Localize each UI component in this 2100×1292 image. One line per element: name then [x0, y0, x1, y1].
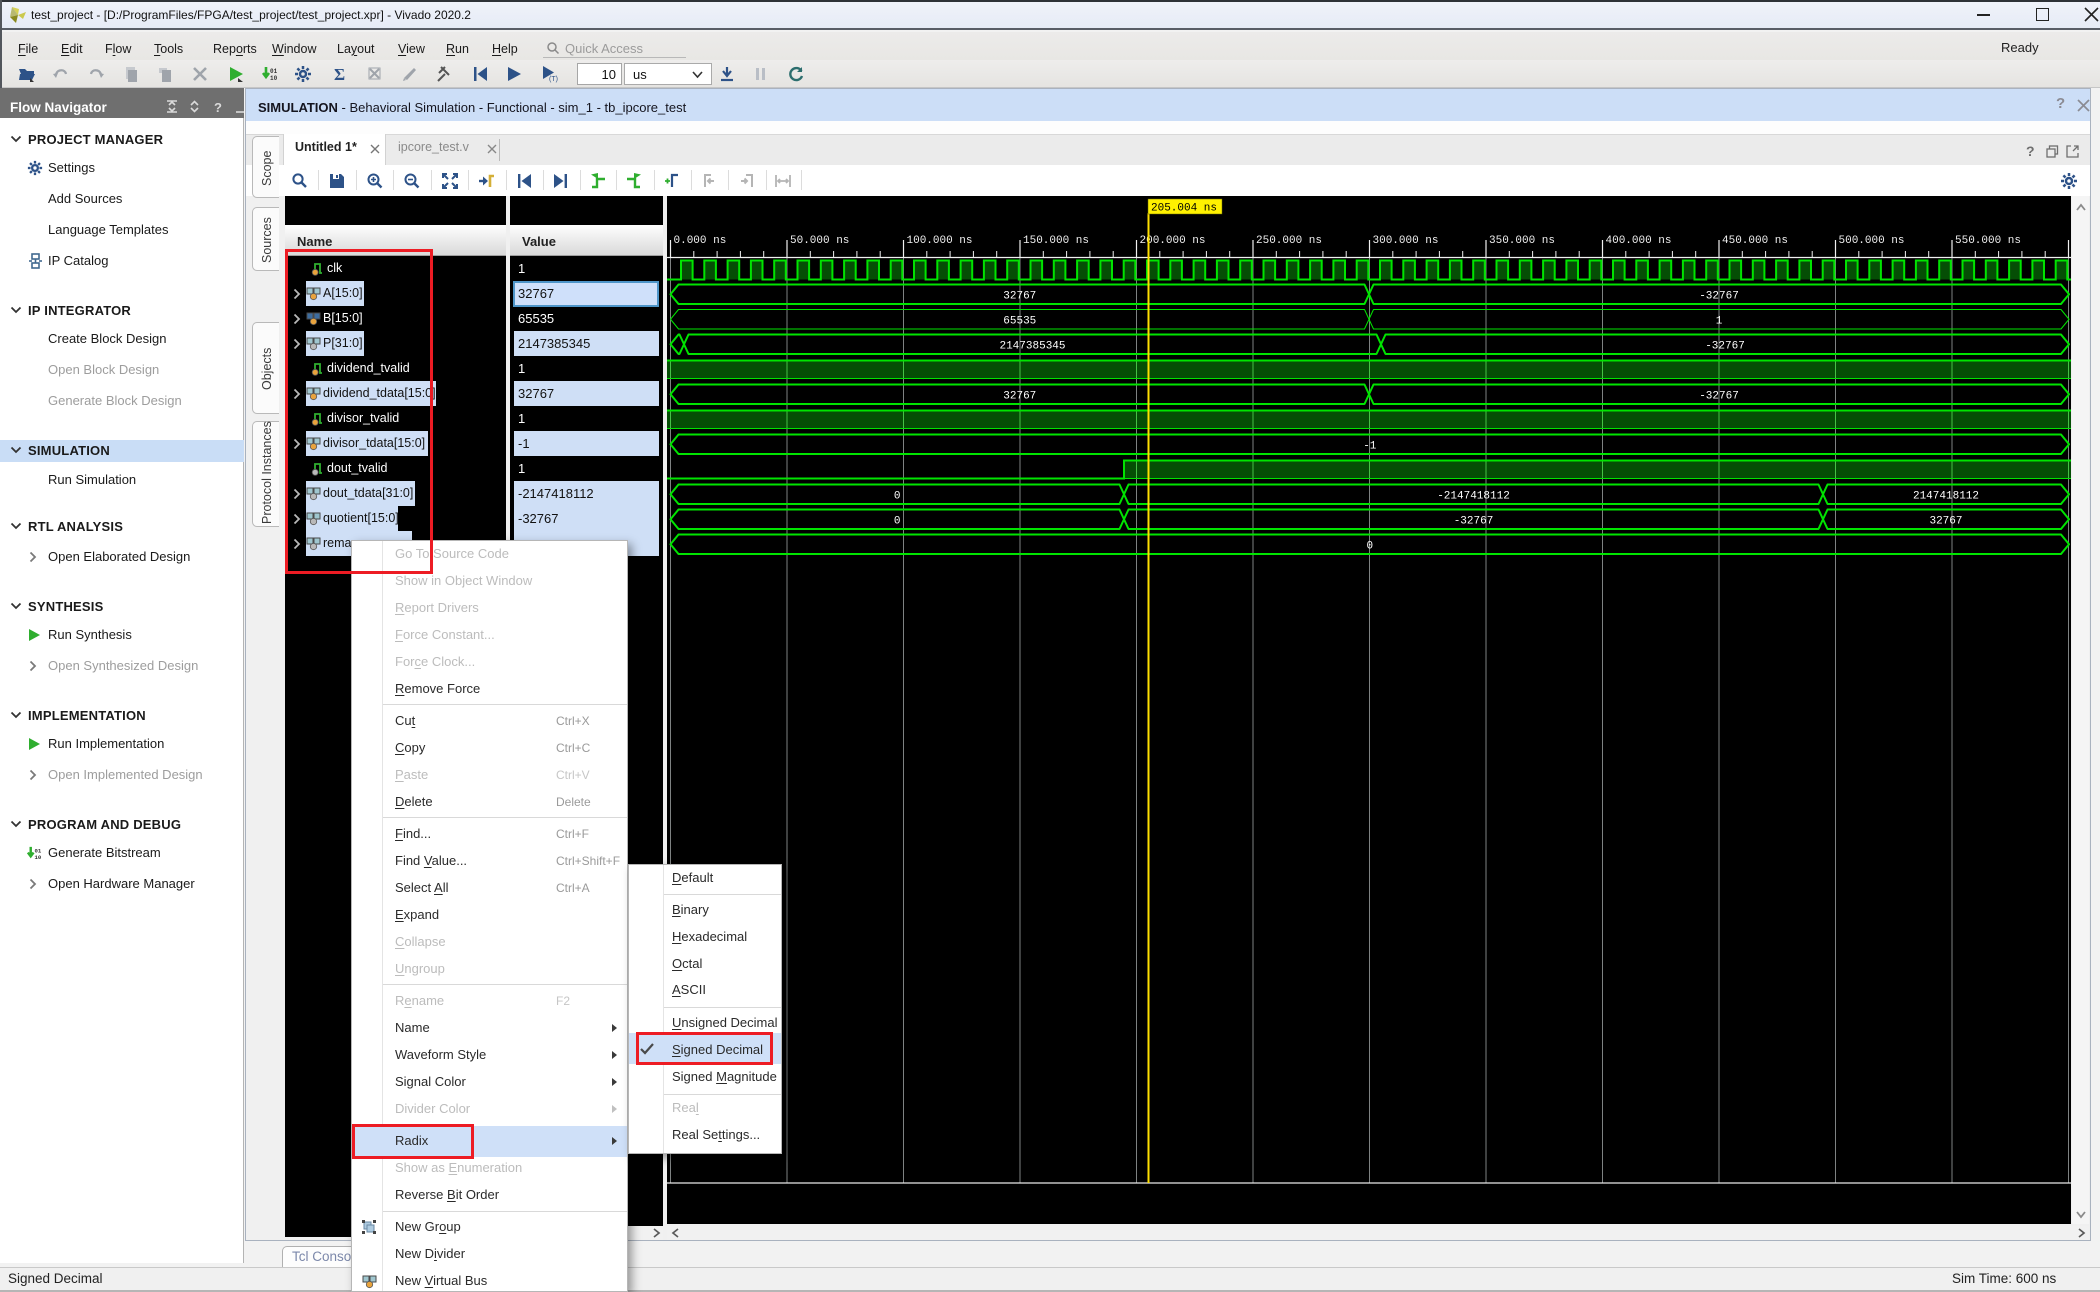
svg-text:Σ: Σ [334, 65, 345, 83]
svg-text:01: 01 [270, 68, 278, 75]
svg-text:50.000 ns: 50.000 ns [790, 235, 849, 247]
svg-text:300.000 ns: 300.000 ns [1373, 235, 1439, 247]
svg-text:-32767: -32767 [1705, 340, 1745, 352]
svg-text:32767: 32767 [1929, 516, 1962, 528]
svg-text:32767: 32767 [1003, 290, 1036, 302]
svg-text:205.004 ns: 205.004 ns [1151, 203, 1217, 215]
svg-text:1: 1 [1716, 315, 1723, 327]
svg-text:-32767: -32767 [1699, 390, 1739, 402]
svg-text:?: ? [214, 100, 222, 114]
svg-text:0: 0 [894, 516, 901, 528]
svg-text:65535: 65535 [1003, 315, 1036, 327]
svg-text:-1: -1 [1363, 440, 1377, 452]
svg-text:(T): (T) [549, 76, 558, 83]
svg-text:-32767: -32767 [1699, 290, 1739, 302]
svg-text:0.000 ns: 0.000 ns [674, 235, 727, 247]
svg-text:400.000 ns: 400.000 ns [1606, 235, 1672, 247]
svg-text:0: 0 [894, 490, 901, 502]
svg-text:0: 0 [1366, 541, 1373, 553]
svg-text:32767: 32767 [1003, 390, 1036, 402]
svg-text:550.000 ns: 550.000 ns [1955, 235, 2021, 247]
svg-text:2147385345: 2147385345 [999, 340, 1065, 352]
svg-text:-32767: -32767 [1454, 516, 1494, 528]
svg-text:-2147418112: -2147418112 [1437, 490, 1510, 502]
svg-text:150.000 ns: 150.000 ns [1023, 235, 1089, 247]
svg-text:250.000 ns: 250.000 ns [1256, 235, 1322, 247]
svg-text:350.000 ns: 350.000 ns [1489, 235, 1555, 247]
svg-text:500.000 ns: 500.000 ns [1839, 235, 1905, 247]
svg-text:2147418112: 2147418112 [1913, 490, 1979, 502]
svg-text:10: 10 [270, 75, 278, 82]
svg-text:450.000 ns: 450.000 ns [1722, 235, 1788, 247]
svg-text:100.000 ns: 100.000 ns [907, 235, 973, 247]
svg-text:10: 10 [35, 854, 42, 861]
